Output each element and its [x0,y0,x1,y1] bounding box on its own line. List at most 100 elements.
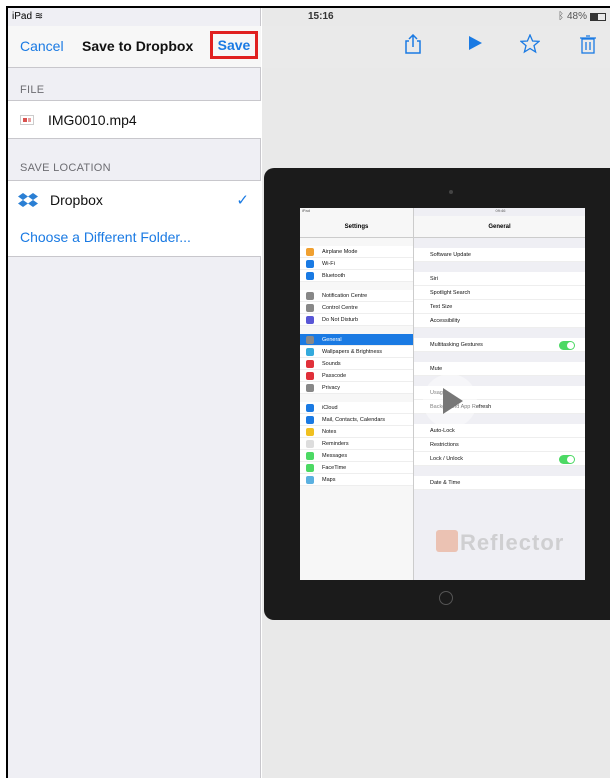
settings-item-icon [306,476,314,484]
settings-item-icon [306,452,314,460]
general-item: Software Update [414,248,585,262]
general-item-label: Multitasking Gestures [430,342,483,348]
settings-item-label: Sounds [322,361,341,367]
navigation-bar: Cancel Save to Dropbox Save [8,26,261,68]
general-item-label: Mute [430,366,443,372]
settings-item-label: General [322,337,342,343]
settings-item-label: Mail, Contacts, Calendars [322,417,385,423]
settings-item: Wallpapers & Brightness [300,346,413,358]
choose-folder-link[interactable]: Choose a Different Folder... [20,229,191,245]
choose-folder-cell[interactable]: Choose a Different Folder... [8,218,261,257]
general-item: Mute [414,362,585,376]
settings-item-label: Wallpapers & Brightness [322,349,383,355]
settings-item-label: Passcode [322,373,347,379]
settings-item-icon [306,316,314,324]
settings-item-icon [306,348,314,356]
save-location-header: SAVE LOCATION [20,162,111,174]
general-item-label: Siri [430,276,438,282]
general-group-gap [414,262,585,272]
general-group-gap [414,352,585,362]
settings-item: Privacy [300,382,413,394]
general-item-label: Spotlight Search [430,290,471,296]
settings-item-icon [306,304,314,312]
settings-item: iCloud [300,402,413,414]
settings-group-gap [300,238,413,246]
dropbox-location-cell[interactable]: Dropbox ✓ [8,180,261,219]
settings-item: Airplane Mode [300,246,413,258]
settings-item-icon [306,292,314,300]
home-button-icon [439,591,453,605]
settings-item-label: Notification Centre [322,293,368,299]
star-icon[interactable] [519,33,541,60]
play-overlay-icon[interactable] [423,374,477,428]
general-item: Lock / Unlock [414,452,585,466]
file-section-header: FILE [20,84,45,96]
status-time: 15:16 [308,11,334,22]
settings-item-icon [306,272,314,280]
settings-item: Passcode [300,370,413,382]
general-item-label: Auto-Lock [430,428,455,434]
settings-item-icon [306,404,314,412]
screen-status: iPad [302,208,311,213]
preview-screen: iPad Settings Airplane Mode Wi-Fi Bluetoot… [300,208,585,580]
settings-item-label: iCloud [322,405,338,411]
checkmark-icon: ✓ [236,192,249,209]
settings-item-icon [306,336,314,344]
general-item-label: Text Size [430,304,453,310]
settings-item-icon [306,248,314,256]
general-item: Date & Time [414,476,585,490]
settings-item-icon [306,384,314,392]
general-item: Siri [414,272,585,286]
settings-item: Maps [300,474,413,486]
settings-group-gap [300,394,413,402]
file-name: IMG0010.mp4 [48,111,137,128]
play-icon[interactable] [466,34,484,58]
settings-item-icon [306,440,314,448]
general-item: Restrictions [414,438,585,452]
cancel-button[interactable]: Cancel [20,38,64,54]
settings-item-label: Privacy [322,385,341,391]
video-viewer: 15:16 ᛒ 48% iPad Settings Airplane Mode … [262,8,610,778]
share-icon[interactable] [404,33,422,60]
settings-item-label: Wi-Fi [322,261,335,267]
toggle-switch [559,341,575,350]
file-cell: IMG0010.mp4 [8,100,261,139]
settings-item-icon [306,360,314,368]
settings-item: Messages [300,450,413,462]
general-item: Accessibility [414,314,585,328]
device-camera [449,190,453,194]
watermark: Reflector [460,530,565,555]
settings-sidebar: iPad Settings Airplane Mode Wi-Fi Bluetoot… [300,208,414,580]
settings-item-label: Airplane Mode [322,249,358,255]
settings-group-gap [300,282,413,290]
settings-group-gap [300,326,413,334]
settings-item-label: FaceTime [322,465,347,471]
bluetooth-icon: ᛒ [557,11,564,22]
settings-item: Control Centre [300,302,413,314]
general-group-gap [414,238,585,248]
general-group-gap [414,466,585,476]
video-file-icon [20,114,34,125]
save-to-dropbox-panel: iPad ≋ Cancel Save to Dropbox Save FILE … [8,8,261,778]
settings-item-icon [306,416,314,424]
settings-item-icon [306,372,314,380]
general-item: Text Size [414,300,585,314]
reflector-logo-icon [436,530,458,552]
save-button[interactable]: Save [210,31,258,59]
settings-item: Bluetooth [300,270,413,282]
general-list: Software Update Siri Spotlight Search Text … [414,238,585,490]
viewer-toolbar [262,26,610,68]
general-title: General [414,216,585,238]
trash-icon[interactable] [580,34,596,60]
general-item-label: Software Update [430,252,471,258]
status-right: ᛒ 48% [558,11,606,22]
nav-title: Save to Dropbox [82,38,194,54]
settings-item: Notes [300,426,413,438]
settings-item-icon [306,260,314,268]
toggle-switch [559,455,575,464]
settings-item-label: Maps [322,477,336,483]
settings-item: General [300,334,413,346]
settings-item: Mail, Contacts, Calendars [300,414,413,426]
video-preview[interactable]: iPad Settings Airplane Mode Wi-Fi Bluetoot… [264,168,610,620]
settings-list: Airplane Mode Wi-Fi Bluetooth Notification … [300,238,413,486]
